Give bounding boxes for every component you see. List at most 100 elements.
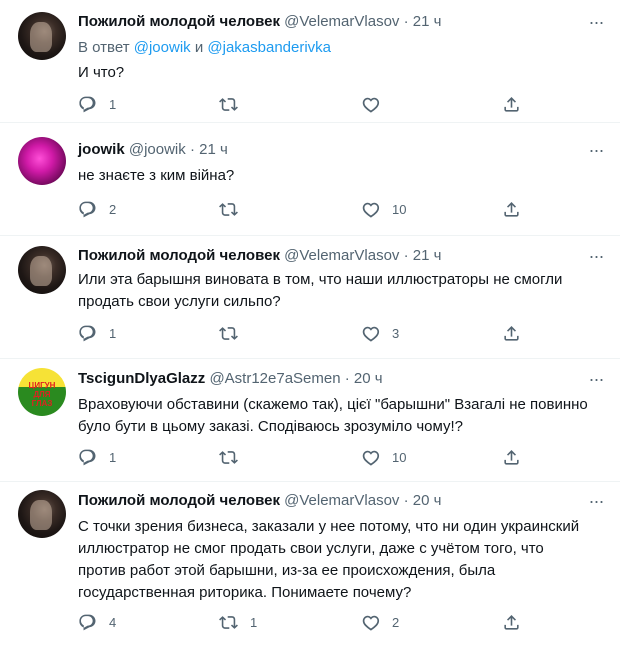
more-dots-icon[interactable]: ···	[586, 370, 606, 393]
heart-icon	[362, 615, 380, 631]
tweet-time[interactable]: · 21 ч	[190, 141, 228, 158]
tweet[interactable]: joowik @joowik · 21 ч ··· не знаєте з ки…	[0, 123, 620, 235]
author-name[interactable]: joowik	[78, 141, 125, 158]
reply-bubble-icon	[79, 449, 96, 465]
like-button[interactable]: 2	[361, 612, 399, 632]
like-count: 2	[392, 614, 400, 630]
share-icon	[504, 201, 519, 217]
avatar[interactable]	[18, 137, 66, 185]
tweet-text: Враховуючи обставини (скажемо так), цієї…	[78, 396, 588, 435]
like-button[interactable]: 3	[361, 323, 399, 343]
author-name[interactable]: Пожилой молодой человек	[78, 13, 280, 30]
mention-link[interactable]: @jakasbanderivka	[207, 39, 331, 56]
reply-bubble-icon	[79, 614, 96, 630]
author-name[interactable]: TscigunDlyaGlazz	[78, 370, 205, 387]
reply-and: и	[190, 39, 208, 56]
tweet-text: И что?	[78, 64, 125, 81]
tweet[interactable]: Пожилой молодой человек @VelemarVlasov ·…	[0, 482, 620, 648]
like-button[interactable]	[361, 94, 392, 114]
author-handle[interactable]: @VelemarVlasov	[284, 247, 399, 264]
retweet-button[interactable]	[219, 447, 250, 467]
tweet-header: joowik @joowik · 21 ч	[78, 140, 228, 160]
tweet-actions: 2 10	[78, 199, 528, 219]
avatar[interactable]	[18, 490, 66, 538]
retweet-button[interactable]	[219, 323, 250, 343]
author-handle[interactable]: @Astr12e7aSemen	[209, 370, 340, 387]
retweet-count: 1	[250, 614, 258, 630]
tweet-time[interactable]: · 21 ч	[404, 247, 442, 264]
like-button[interactable]: 10	[361, 199, 406, 219]
like-count: 10	[392, 449, 407, 465]
retweet-button[interactable]	[219, 94, 250, 114]
share-icon	[504, 325, 519, 341]
tweet-header: Пожилой молодой человек @VelemarVlasov ·…	[78, 12, 441, 32]
reply-button[interactable]: 1	[78, 323, 116, 343]
reply-count: 1	[109, 96, 117, 112]
tweet-time[interactable]: · 20 ч	[345, 370, 383, 387]
share-icon	[504, 614, 519, 630]
reply-button[interactable]: 4	[78, 612, 116, 632]
reply-button[interactable]: 1	[78, 447, 116, 467]
reply-button[interactable]: 2	[78, 199, 116, 219]
tweet-text: Или эта барышня виновата в том, что наши…	[78, 271, 563, 310]
more-dots-icon[interactable]: ···	[586, 141, 606, 164]
tweet[interactable]: ЦИГУН ДЛЯ ГЛАЗ TscigunDlyaGlazz @Astr12e…	[0, 359, 620, 481]
reply-bubble-icon	[79, 201, 96, 217]
retweet-button[interactable]	[219, 199, 250, 219]
reply-count: 4	[109, 614, 117, 630]
author-name[interactable]: Пожилой молодой человек	[78, 247, 280, 264]
more-dots-icon[interactable]: ···	[586, 13, 606, 36]
like-count: 10	[392, 201, 407, 217]
like-button[interactable]: 10	[361, 447, 406, 467]
tweet-actions: 1 10	[78, 447, 528, 467]
heart-icon	[362, 97, 380, 113]
heart-icon	[362, 326, 380, 342]
share-button[interactable]	[502, 612, 521, 632]
reply-count: 1	[109, 449, 117, 465]
retweet-icon	[219, 326, 238, 340]
tweet-actions: 1 3	[78, 323, 528, 343]
more-dots-icon[interactable]: ···	[586, 492, 606, 515]
tweet[interactable]: Пожилой молодой человек @VelemarVlasov ·…	[0, 236, 620, 358]
tweet-actions: 4 1 2	[78, 612, 528, 632]
avatar[interactable]	[18, 12, 66, 60]
reply-count: 2	[109, 201, 117, 217]
share-button[interactable]	[502, 94, 521, 114]
reply-bubble-icon	[79, 96, 96, 112]
like-count: 3	[392, 325, 400, 341]
tweet[interactable]: Пожилой молодой человек @VelemarVlasov ·…	[0, 0, 620, 122]
more-dots-icon[interactable]: ···	[586, 247, 606, 270]
heart-icon	[362, 202, 380, 218]
author-name[interactable]: Пожилой молодой человек	[78, 492, 280, 509]
share-icon	[504, 449, 519, 465]
author-handle[interactable]: @joowik	[129, 141, 186, 158]
tweet-actions: 1	[78, 94, 528, 114]
tweet-header: TscigunDlyaGlazz @Astr12e7aSemen · 20 ч	[78, 369, 383, 389]
reply-prefix: В ответ	[78, 39, 134, 56]
share-button[interactable]	[502, 199, 521, 219]
reply-button[interactable]: 1	[78, 94, 116, 114]
retweet-button[interactable]: 1	[219, 612, 257, 632]
author-handle[interactable]: @VelemarVlasov	[284, 492, 399, 509]
tweet-header: Пожилой молодой человек @VelemarVlasov ·…	[78, 491, 441, 511]
reply-context: В ответ @joowik и @jakasbanderivka	[78, 38, 331, 58]
author-handle[interactable]: @VelemarVlasov	[284, 13, 399, 30]
retweet-icon	[219, 202, 238, 216]
tweet-time[interactable]: · 20 ч	[404, 492, 442, 509]
reply-count: 1	[109, 325, 117, 341]
reply-bubble-icon	[79, 325, 96, 341]
share-button[interactable]	[502, 447, 521, 467]
avatar-text: ЦИГУН ДЛЯ ГЛАЗ	[28, 381, 56, 408]
retweet-icon	[219, 97, 238, 111]
share-button[interactable]	[502, 323, 521, 343]
retweet-icon	[219, 450, 238, 464]
tweet-text: не знаєте з ким війна?	[78, 167, 235, 184]
heart-icon	[362, 450, 380, 466]
share-icon	[504, 96, 519, 112]
tweet-header: Пожилой молодой человек @VelemarVlasov ·…	[78, 246, 441, 266]
mention-link[interactable]: @joowik	[134, 39, 191, 56]
avatar[interactable]	[18, 246, 66, 294]
avatar[interactable]: ЦИГУН ДЛЯ ГЛАЗ	[18, 368, 66, 416]
tweet-time[interactable]: · 21 ч	[404, 13, 442, 30]
retweet-icon	[219, 615, 238, 629]
